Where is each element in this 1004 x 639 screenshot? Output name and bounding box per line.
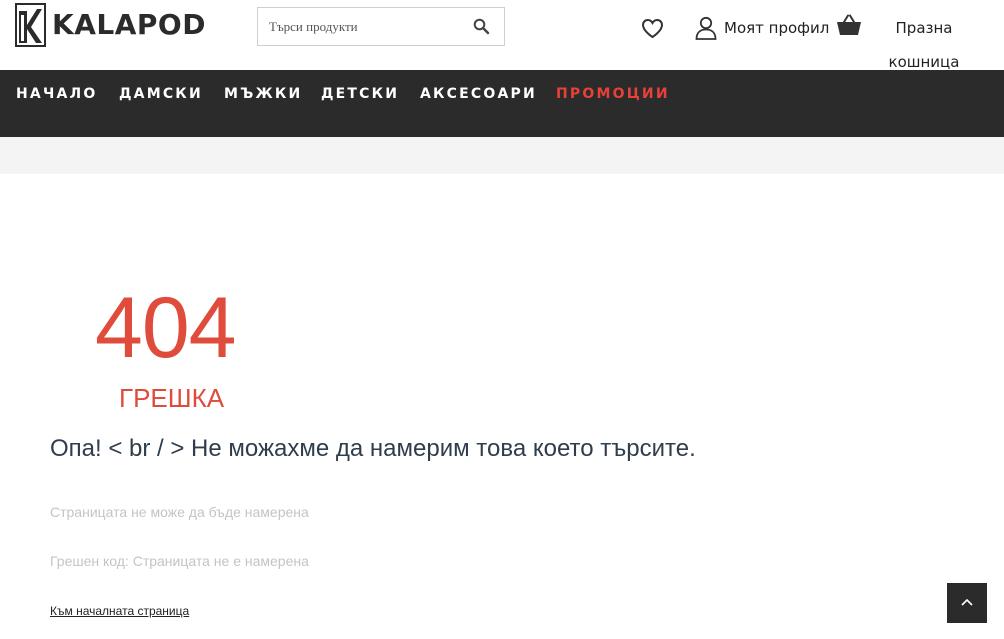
- search-icon[interactable]: [473, 18, 490, 35]
- main-nav: НАЧАЛО ДАМСКИ МЪЖКИ ДЕТСКИ АКСЕСОАРИ ПРО…: [0, 70, 1004, 137]
- logo[interactable]: KALAPOD: [15, 3, 206, 47]
- nav-item-promotions[interactable]: ПРОМОЦИИ: [556, 86, 670, 102]
- brand-name: KALAPOD: [52, 8, 206, 41]
- heart-icon[interactable]: [641, 18, 664, 39]
- nav-item-kids[interactable]: ДЕТСКИ: [321, 86, 399, 102]
- profile-label: Моят профил: [724, 19, 830, 37]
- cart-label[interactable]: Празна кошница: [884, 11, 964, 79]
- scroll-to-top-button[interactable]: [947, 583, 987, 623]
- basket-icon[interactable]: [836, 14, 862, 36]
- profile-link[interactable]: Моят профил: [695, 16, 829, 40]
- logo-mark-icon: [15, 3, 46, 47]
- site-header: KALAPOD Моят профил Празна кошница: [0, 0, 1004, 71]
- nav-item-women[interactable]: ДАМСКИ: [119, 86, 203, 102]
- chevron-up-icon: [961, 598, 973, 606]
- home-page-link[interactable]: Към началната страница: [50, 604, 189, 618]
- search-box: [257, 7, 505, 46]
- error-info-not-found: Страницата не може да бъде намерена: [50, 504, 309, 520]
- nav-item-home[interactable]: НАЧАЛО: [16, 86, 97, 102]
- error-message: Опа! < br / > Не можахме да намерим това…: [50, 435, 696, 462]
- nav-item-accessories[interactable]: АКСЕСОАРИ: [420, 86, 537, 102]
- search-input[interactable]: [258, 8, 468, 45]
- error-code: 404: [95, 280, 236, 376]
- nav-item-men[interactable]: МЪЖКИ: [224, 86, 302, 102]
- user-icon: [695, 16, 717, 40]
- error-label: ГРЕШКА: [119, 383, 225, 413]
- breadcrumb-band: [0, 137, 1004, 174]
- error-info-code: Грешен код: Страницата не е намерена: [50, 553, 309, 569]
